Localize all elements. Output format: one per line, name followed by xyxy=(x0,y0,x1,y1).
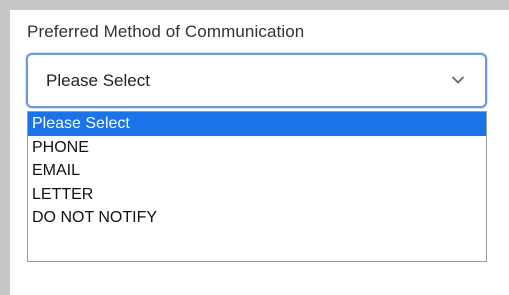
field-label: Preferred Method of Communication xyxy=(27,22,305,41)
chevron-down-icon xyxy=(451,75,465,85)
select-value: Please Select xyxy=(46,71,150,90)
option-please-select[interactable]: Please Select xyxy=(28,112,486,136)
communication-select[interactable]: Please Select xyxy=(26,53,487,108)
option-letter[interactable]: LETTER xyxy=(28,183,486,207)
option-phone[interactable]: PHONE xyxy=(28,136,486,160)
dropdown-options-list: Please Select PHONE EMAIL LETTER DO NOT … xyxy=(27,111,487,262)
option-email[interactable]: EMAIL xyxy=(28,159,486,183)
option-do-not-notify[interactable]: DO NOT NOTIFY xyxy=(28,206,486,230)
